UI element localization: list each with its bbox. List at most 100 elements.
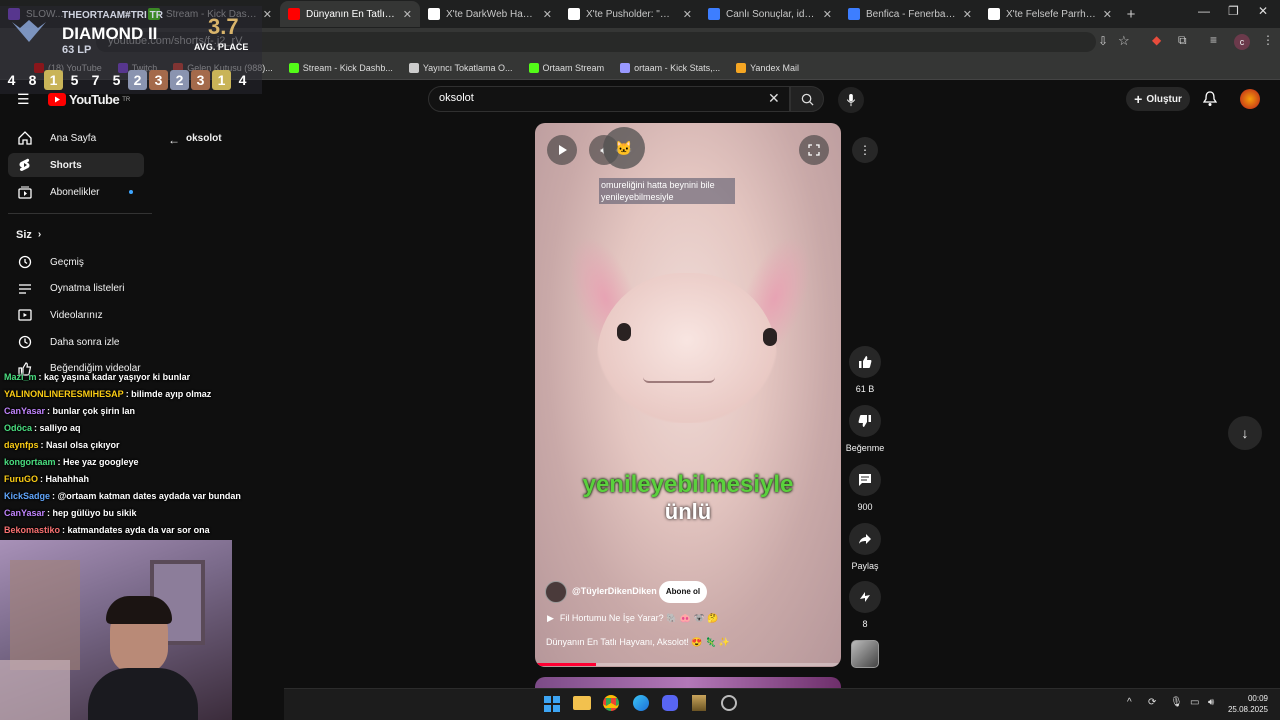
network-icon[interactable]: ▭ <box>1190 697 1199 708</box>
subscriptions-icon <box>18 185 32 199</box>
browser-tab[interactable]: Dünyanın En Tatlı Hayvan ✕ <box>280 1 420 27</box>
discord-icon[interactable] <box>662 695 678 711</box>
progress-track[interactable] <box>535 663 841 666</box>
tray-expand-icon[interactable]: ^ <box>1127 697 1132 708</box>
thumbs-down-icon <box>858 415 871 427</box>
league-client-icon[interactable] <box>692 695 706 711</box>
chat-username: Mazi_m <box>4 372 37 382</box>
notifications-bell-icon[interactable] <box>1203 91 1217 107</box>
volume-tray-icon[interactable]: 🔊︎ <box>1208 697 1214 708</box>
tab-favicon-icon <box>708 8 720 20</box>
browser-tab[interactable]: X'te DarkWeb Haber: "Re ✕ <box>420 1 560 27</box>
windows-start-icon[interactable] <box>544 696 560 712</box>
browser-tab[interactable]: X'te Pusholder: "Cem Yılm ✕ <box>560 1 700 27</box>
system-clock[interactable]: 00:09 25.08.2025 <box>1222 693 1268 715</box>
obs-icon[interactable] <box>721 695 737 711</box>
sidebar-item[interactable]: Ana Sayfa <box>8 126 144 150</box>
home-icon <box>18 131 32 145</box>
search-input[interactable]: oksolot <box>428 86 790 112</box>
tab-close-icon[interactable]: ✕ <box>823 8 832 21</box>
chat-text: : kaç yaşına kadar yaşıyor ki bunlar <box>38 372 191 382</box>
bookmark-item[interactable]: ortaam - Kick Stats,... <box>620 62 720 73</box>
channel-avatar[interactable] <box>545 581 567 603</box>
tab-close-icon[interactable]: ✕ <box>543 8 552 21</box>
tab-close-icon[interactable]: ✕ <box>263 8 272 21</box>
fullscreen-button[interactable] <box>799 135 829 165</box>
account-avatar[interactable] <box>1240 89 1260 109</box>
menu-icon[interactable]: ⋮ <box>1262 33 1274 47</box>
remix-button[interactable] <box>849 581 881 613</box>
file-explorer-icon[interactable] <box>573 696 591 710</box>
profile-avatar[interactable]: c <box>1234 34 1250 50</box>
comments-button[interactable] <box>849 464 881 496</box>
bookmark-item[interactable]: Stream - Kick Dashb... <box>288 62 393 73</box>
axolotl-head <box>597 273 777 423</box>
extension-icon[interactable]: ◆ <box>1152 33 1161 47</box>
close-window-icon[interactable]: ✕ <box>1258 4 1268 18</box>
sidebar-item[interactable]: Shorts <box>8 153 144 177</box>
edge-icon[interactable] <box>633 695 649 711</box>
play-button[interactable] <box>547 135 577 165</box>
like-action[interactable]: 61 B <box>849 346 881 394</box>
share-action[interactable]: Paylaş <box>849 523 881 571</box>
tab-close-icon[interactable]: ✕ <box>1103 8 1112 21</box>
next-short-button[interactable]: ↓ <box>1228 416 1262 450</box>
streamer-body <box>88 668 198 720</box>
install-app-icon[interactable]: ⇩ <box>1098 34 1108 48</box>
dislike-action[interactable]: Beğenme <box>845 405 885 453</box>
chat-username: CanYasar <box>4 508 46 518</box>
audio-track-thumbnail[interactable] <box>851 640 879 668</box>
short-video-player[interactable]: 🔈︎ 🐱 omureliğini hatta beynini bile yeni… <box>535 123 841 667</box>
channel-name[interactable]: @TüylerDikenDiken <box>572 586 657 596</box>
search-button[interactable] <box>790 86 824 112</box>
hamburger-menu-icon[interactable]: ☰ <box>17 91 30 108</box>
sidebar-item[interactable]: Videolarınız <box>8 303 144 327</box>
back-arrow-icon: ← <box>168 133 180 147</box>
axolotl-eye-left <box>617 323 631 341</box>
create-button[interactable]: + Oluştur <box>1126 87 1190 111</box>
youtube-logo[interactable]: YouTube TR <box>48 92 130 107</box>
remix-action[interactable]: 8 <box>849 581 881 629</box>
chat-message: Odöca: salliyo aq <box>4 423 81 433</box>
comments-action[interactable]: 900 <box>849 464 881 512</box>
voice-search-button[interactable] <box>838 87 864 113</box>
browser-tab[interactable]: Benfica - Fenerbahçe (27. ✕ <box>840 1 980 27</box>
browser-tab[interactable]: Canlı Sonuçlar, iddaa son ✕ <box>700 1 840 27</box>
bookmark-favicon-icon <box>288 62 299 73</box>
chrome-icon[interactable] <box>603 695 619 711</box>
chat-message: YALINONLINERESMIHESAP: bilimde ayıp olma… <box>4 389 211 399</box>
maximize-icon[interactable]: ❐ <box>1228 4 1239 18</box>
like-button[interactable] <box>849 346 881 378</box>
dislike-button[interactable] <box>849 405 881 437</box>
related-video-link[interactable]: ▶ Fil Hortumu Ne İşe Yarar? 🐘 🐽 🐨 🤔 <box>547 613 718 624</box>
webcam-feed <box>0 540 232 720</box>
minimize-icon[interactable]: — <box>1198 4 1210 18</box>
back-to-search[interactable]: ← oksolot <box>168 133 222 147</box>
sidebar-divider <box>8 213 152 214</box>
sidebar-item[interactable]: Abonelikler <box>8 180 144 204</box>
sync-icon[interactable]: ⟳ <box>1148 697 1156 708</box>
sidebar-item[interactable]: Daha sonra izle <box>8 330 144 354</box>
bookmark-item[interactable]: Yandex Mail <box>736 62 799 73</box>
more-options-button[interactable]: ⋮ <box>852 137 878 163</box>
sidebar-item[interactable]: Geçmiş <box>8 250 144 274</box>
tab-close-icon[interactable]: ✕ <box>963 8 972 21</box>
subscribe-button[interactable]: Abone ol <box>659 581 707 603</box>
tab-close-icon[interactable]: ✕ <box>403 8 412 21</box>
browser-tab[interactable]: X'te Felsefe Parrhesia: "De ✕ <box>980 1 1120 27</box>
tab-search-icon[interactable]: ≡ <box>1210 33 1217 47</box>
extensions-puzzle-icon[interactable]: ⧉ <box>1178 33 1187 48</box>
chat-message: kongortaam: Hee yaz googleye <box>4 457 139 467</box>
chat-username: YALINONLINERESMIHESAP <box>4 389 124 399</box>
new-tab-button[interactable]: + <box>1120 6 1142 23</box>
bookmark-item[interactable]: Ortaam Stream <box>528 62 604 73</box>
clear-search-icon[interactable]: ✕ <box>768 90 780 107</box>
bookmark-item[interactable]: Yayıncı Tokatlama O... <box>408 62 513 73</box>
share-button[interactable] <box>849 523 881 555</box>
tab-close-icon[interactable]: ✕ <box>683 8 692 21</box>
arrow-down-icon: ↓ <box>1241 425 1249 441</box>
mic-tray-icon[interactable]: 🎙︎ <box>1170 697 1183 708</box>
sidebar-item[interactable]: Oynatma listeleri <box>8 277 144 301</box>
bookmark-star-icon[interactable]: ☆ <box>1118 33 1130 49</box>
you-section-header[interactable]: Siz › <box>16 229 41 241</box>
